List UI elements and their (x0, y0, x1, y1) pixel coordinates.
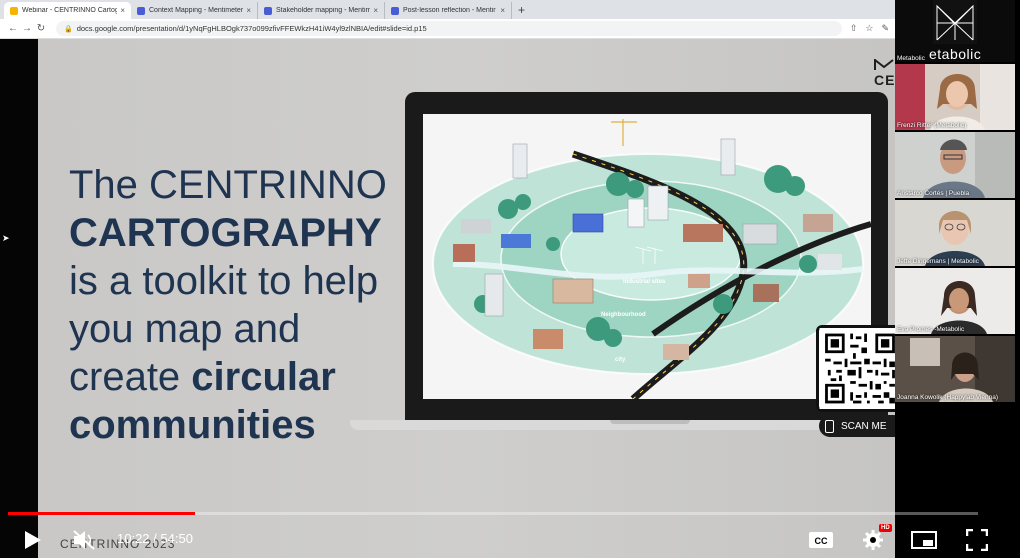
play-icon[interactable] (24, 530, 42, 550)
hd-badge: HD (879, 524, 892, 532)
participant-tile-eva[interactable]: Eva Promes -Metabolic (895, 268, 1015, 334)
map-label-city: city (615, 357, 626, 363)
logo-text: CE (874, 72, 895, 88)
participant-tile-metabolic[interactable]: etabolic Metabolic (895, 0, 1015, 66)
share-icon[interactable]: ⇧ (850, 23, 858, 34)
scan-me-label: SCAN ME (841, 420, 887, 432)
settings-gear-icon[interactable] (862, 529, 884, 551)
google-slides-icon (10, 6, 18, 15)
participant-tile-frenzi[interactable]: Frenzi Ritter (Metabolic) (895, 64, 1015, 130)
tab-title: Webinar - CENTRINNO Cartog (22, 7, 118, 14)
mentimeter-icon (264, 6, 272, 15)
tab-title: Context Mapping - Mentimeter (149, 7, 244, 14)
headline-line: create circular (69, 353, 449, 401)
phone-icon (825, 419, 834, 433)
address-bar: ← → ↻ 🔒 docs.google.com/presentation/d/1… (0, 19, 895, 39)
tab-context-mapping[interactable]: Context Mapping - Mentimeter × (131, 2, 258, 19)
tab-title: Post-lesson reflection - Mentir (403, 7, 496, 14)
url-field[interactable]: 🔒 docs.google.com/presentation/d/1yNqFgH… (56, 21, 842, 36)
time-separator: / (149, 531, 161, 546)
video-progress-played[interactable] (8, 512, 195, 515)
tab-stakeholder-mapping[interactable]: Stakeholder mapping - Mentim × (258, 2, 385, 19)
video-feed-icon (895, 200, 1015, 266)
centrinno-logo: CE (874, 59, 895, 88)
participant-strip: etabolic Metabolic Frenzi Ritter (Metabo… (895, 0, 1020, 558)
headline-line: The CENTRINNO (69, 163, 387, 207)
participant-name: Eva Promes -Metabolic (897, 326, 965, 333)
participant-name: Joanna Kowolik (Happylab Vienna) (897, 394, 999, 401)
participant-tile-joanna[interactable]: Joanna Kowolik (Happylab Vienna) (895, 336, 1015, 402)
left-letterbox (0, 39, 38, 558)
video-feed-icon (895, 268, 1015, 334)
close-tab-icon[interactable]: × (373, 6, 378, 15)
back-icon[interactable]: ← (6, 23, 20, 34)
current-time: 10:22 (117, 531, 150, 546)
captions-icon[interactable]: CC (808, 530, 834, 550)
video-feed-icon (895, 64, 1015, 130)
headline-text-bold: circular (191, 355, 336, 399)
mute-icon[interactable] (72, 529, 96, 551)
new-tab-button[interactable]: + (518, 3, 525, 17)
metabolic-logo-text: etabolic (929, 46, 982, 62)
lock-icon: 🔒 (64, 25, 73, 33)
qr-code[interactable] (816, 325, 904, 412)
screen: Webinar - CENTRINNO Cartog × Context Map… (0, 0, 1020, 558)
participant-name: Metabolic (897, 55, 925, 62)
map-label-neighbourhood: Neighbourhood (601, 312, 646, 318)
close-tab-icon[interactable]: × (120, 6, 125, 15)
miniplayer-icon[interactable] (911, 530, 937, 550)
isometric-city-map-icon (423, 114, 871, 399)
video-feed-icon (895, 132, 1015, 198)
headline-line: CARTOGRAPHY (69, 211, 382, 255)
headline-text: create (69, 355, 192, 399)
mouse-cursor-icon: ➤ (2, 233, 10, 243)
participant-name: Aristarco Cortés | Puebla (897, 190, 970, 197)
tab-post-lesson-reflection[interactable]: Post-lesson reflection - Mentir × (385, 2, 512, 19)
slide-headline: The CENTRINNO CARTOGRAPHY is a toolkit t… (69, 161, 449, 449)
pen-icon[interactable]: ✎ (881, 23, 889, 34)
laptop-notch (610, 420, 690, 424)
svg-text:CC: CC (815, 536, 828, 546)
video-feed-icon (895, 336, 1015, 402)
participant-tile-aristarco[interactable]: Aristarco Cortés | Puebla (895, 132, 1015, 198)
participant-name: Jette Dingemans | Metabolic (897, 258, 979, 265)
reload-icon[interactable]: ↻ (34, 23, 48, 34)
mentimeter-icon (391, 6, 399, 15)
participant-name: Frenzi Ritter (Metabolic) (897, 122, 967, 129)
participant-tile-jette[interactable]: Jette Dingemans | Metabolic (895, 200, 1015, 266)
mentimeter-icon (137, 6, 145, 15)
close-tab-icon[interactable]: × (246, 6, 251, 15)
city-map-illustration: industrial sites Neighbourhood city (423, 114, 871, 399)
qr-code-icon (819, 328, 901, 409)
map-label-industrial: industrial sites (623, 279, 666, 285)
tab-webinar[interactable]: Webinar - CENTRINNO Cartog × (4, 2, 131, 19)
duration: 54:50 (160, 531, 193, 546)
close-tab-icon[interactable]: × (500, 6, 505, 15)
scan-me-badge: SCAN ME (819, 415, 905, 437)
forward-icon[interactable]: → (20, 23, 34, 34)
headline-line: is a toolkit to help (69, 259, 379, 303)
url-text: docs.google.com/presentation/d/1yNqFgHLB… (76, 24, 427, 33)
headline-line: you map and (69, 307, 301, 351)
browser-tab-bar: Webinar - CENTRINNO Cartog × Context Map… (0, 0, 895, 19)
fullscreen-icon[interactable] (966, 529, 988, 551)
video-time: 10:22 / 54:50 (117, 531, 193, 546)
bookmark-star-icon[interactable]: ☆ (865, 23, 873, 34)
tab-title: Stakeholder mapping - Mentim (276, 7, 371, 14)
centrinno-logo-mark-icon (874, 59, 894, 70)
